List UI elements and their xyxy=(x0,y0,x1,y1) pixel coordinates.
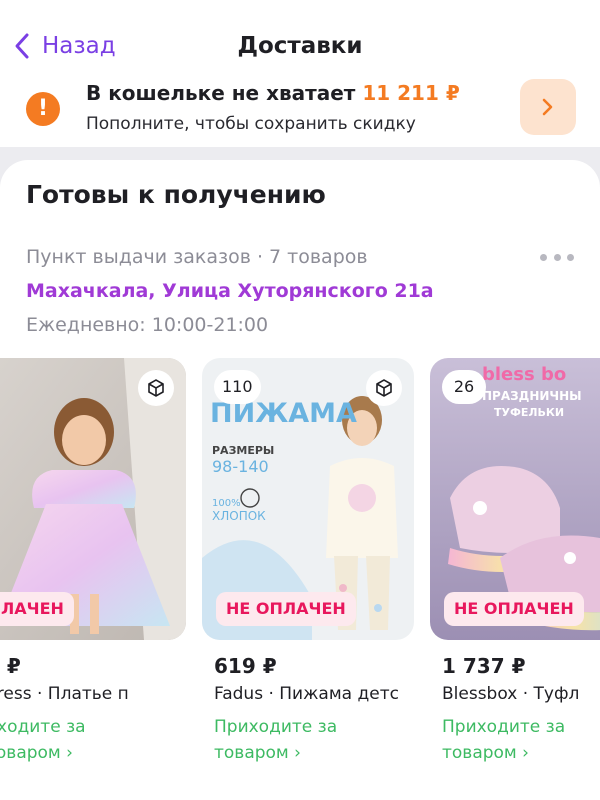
product-image[interactable]: ОПЛАЧЕН xyxy=(0,358,186,640)
status-badge: НЕ ОПЛАЧЕН xyxy=(216,592,356,626)
return-icon[interactable] xyxy=(366,370,402,406)
poster-brand: bless bo xyxy=(482,364,566,385)
product-card[interactable]: ОПЛАЧЕН 4 ₽ dress · Платье п иходите зат… xyxy=(0,358,186,778)
return-icon[interactable] xyxy=(138,370,174,406)
poster-sizes-label: РАЗМЕРЫ xyxy=(212,444,274,457)
poster-cotton-pct: 100% xyxy=(212,498,241,509)
more-options-icon[interactable] xyxy=(540,252,574,262)
exclamation-icon: ! xyxy=(26,92,60,126)
quantity-badge: 26 xyxy=(442,370,486,404)
pickup-point-line: Пункт выдачи заказов · 7 товаров xyxy=(26,246,368,268)
pickup-address[interactable]: Махачкала, Улица Хуторянского 21а xyxy=(26,280,434,302)
wallet-topup-button[interactable] xyxy=(520,79,576,135)
poster-line2: ТУФЕЛЬКИ xyxy=(494,406,564,419)
product-card[interactable]: bless bo ПРАЗДНИЧНЫ ТУФЕЛЬКИ 26 НЕ ОПЛАЧ… xyxy=(430,358,600,778)
quantity-badge: 110 xyxy=(214,370,261,404)
wallet-amount: 11 211 ₽ xyxy=(362,81,460,105)
page-title: Доставки xyxy=(237,33,363,59)
pickup-cta[interactable]: иходите затоваром › xyxy=(0,714,186,766)
product-price: 1 737 ₽ xyxy=(442,654,526,678)
chevron-right-icon xyxy=(542,98,553,116)
poster-line1: ПРАЗДНИЧНЫ xyxy=(482,389,582,403)
status-badge: ОПЛАЧЕН xyxy=(0,592,74,626)
products-carousel[interactable]: ОПЛАЧЕН 4 ₽ dress · Платье п иходите зат… xyxy=(0,358,600,778)
poster-sizes: 98-140 xyxy=(212,457,269,476)
wallet-title-text: В кошельке не хватает xyxy=(86,81,356,105)
wallet-warning-banner[interactable]: ! В кошельке не хватает 11 211 ₽ Пополни… xyxy=(0,62,600,147)
product-card[interactable]: ПИЖАМА РАЗМЕРЫ 98-140 100% ХЛОПОК 110 НЕ… xyxy=(202,358,414,778)
product-image[interactable]: ПИЖАМА РАЗМЕРЫ 98-140 100% ХЛОПОК 110 НЕ… xyxy=(202,358,414,640)
wallet-subtitle: Пополните, чтобы сохранить скидку xyxy=(86,114,416,134)
product-title: dress · Платье п xyxy=(0,684,129,704)
poster-cotton: ХЛОПОК xyxy=(212,509,266,523)
pickup-hours: Ежедневно: 10:00-21:00 xyxy=(26,314,269,336)
product-title: Fadus · Пижама детс xyxy=(214,684,399,704)
product-price: 4 ₽ xyxy=(0,654,21,678)
status-badge: НЕ ОПЛАЧЕН xyxy=(444,592,584,626)
wallet-title: В кошельке не хватает 11 211 ₽ xyxy=(86,81,460,105)
product-image[interactable]: bless bo ПРАЗДНИЧНЫ ТУФЕЛЬКИ 26 НЕ ОПЛАЧ… xyxy=(430,358,600,640)
section-title: Готовы к получению xyxy=(26,180,326,209)
pickup-cta[interactable]: Приходите за товаром › xyxy=(214,714,414,766)
pickup-cta[interactable]: Приходите за товаром › xyxy=(442,714,600,766)
product-title: Blessbox · Туфл xyxy=(442,684,580,704)
pickup-card: Готовы к получению Пункт выдачи заказов … xyxy=(0,160,600,800)
product-price: 619 ₽ xyxy=(214,654,277,678)
